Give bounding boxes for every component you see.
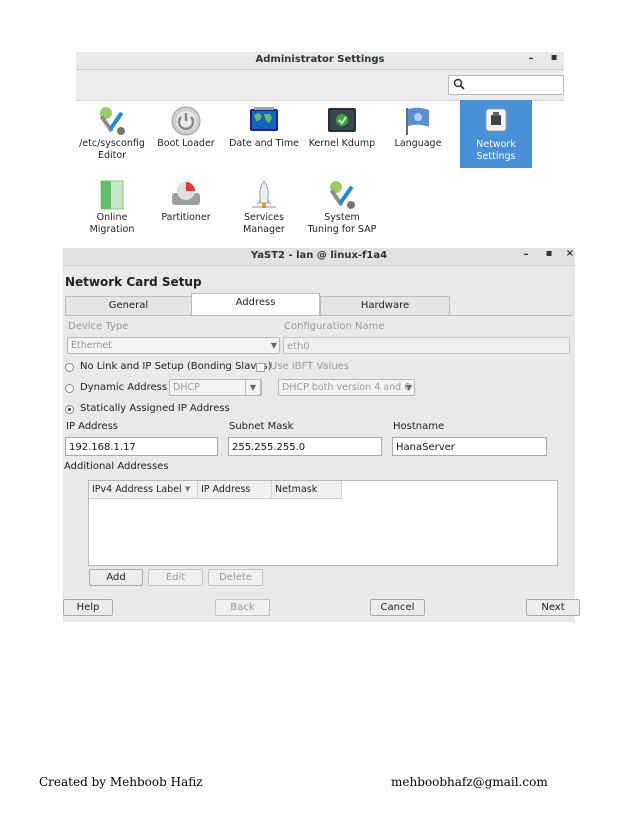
tile-label: Services Manager: [243, 212, 285, 235]
radio-dynamic-label: Dynamic Address: [80, 382, 168, 393]
admin-titlebar[interactable]: Administrator Settings – ▪: [76, 52, 564, 70]
tile-label: Boot Loader: [157, 138, 215, 149]
device-type-value: Ethernet: [71, 340, 112, 351]
column-header-ip-address[interactable]: IP Address: [198, 481, 272, 498]
dhcp-version-combo[interactable]: DHCP both version 4 and 6 ▼: [278, 379, 415, 396]
chevron-down-icon: ▼: [270, 341, 277, 350]
tab-pane-border: [65, 315, 573, 316]
chevron-down-icon: ▼: [405, 383, 412, 392]
tab-address[interactable]: Address: [191, 293, 320, 315]
dynamic-mode-dropdown[interactable]: ▼: [245, 379, 261, 396]
checkbox-ibft[interactable]: [256, 363, 265, 372]
tile-label: Partitioner: [161, 212, 211, 223]
minimize-button[interactable]: –: [521, 249, 531, 260]
add-button[interactable]: Add: [89, 569, 143, 586]
back-button[interactable]: Back: [215, 599, 270, 616]
page-title: Network Card Setup: [65, 275, 202, 289]
administrator-settings-window: Administrator Settings – ▪ /etc/sysconfi…: [76, 52, 564, 238]
tile-network-settings[interactable]: Network Settings: [460, 100, 532, 168]
tile-partitioner[interactable]: Partitioner: [150, 176, 222, 238]
world-map-clock-icon: [250, 107, 278, 131]
checkbox-ibft-label: Use iBFT Values: [270, 361, 350, 372]
tile-language[interactable]: Language: [382, 102, 454, 164]
flag-icon: [406, 107, 429, 135]
ip-address-label: IP Address: [66, 421, 118, 432]
config-name-field[interactable]: eth0: [283, 337, 570, 354]
minimize-button[interactable]: –: [526, 53, 536, 64]
footer-email: mehboobhafz@gmail.com: [391, 775, 548, 789]
tile-label: System Tuning for SAP: [307, 212, 377, 235]
column-header-ipv4-label[interactable]: IPv4 Address Label ▼: [89, 481, 198, 498]
disk-pie-icon: [172, 182, 200, 205]
next-button[interactable]: Next: [526, 599, 580, 616]
tile-label: Kernel Kdump: [308, 138, 376, 149]
tile-label: Online Migration: [89, 212, 135, 235]
tile-system-tuning-sap[interactable]: System Tuning for SAP: [306, 176, 378, 238]
migration-icon: [100, 180, 124, 210]
device-type-combo[interactable]: Ethernet ▼: [67, 337, 280, 354]
additional-addresses-label: Additional Addresses: [64, 461, 169, 472]
kernel-monitor-icon: [328, 108, 356, 132]
tile-services-manager[interactable]: Services Manager: [228, 176, 300, 238]
maximize-button[interactable]: ▪: [544, 248, 554, 259]
tile-online-migration[interactable]: Online Migration: [76, 176, 148, 238]
network-lock-icon: [485, 108, 507, 132]
tile-sysconfig-editor[interactable]: /etc/sysconfig Editor: [76, 102, 148, 164]
power-icon: [171, 106, 201, 136]
hostname-label: Hostname: [393, 421, 445, 432]
search-input[interactable]: [448, 75, 564, 95]
tile-label: Language: [394, 138, 442, 149]
rocket-icon: [252, 180, 276, 208]
cancel-button[interactable]: Cancel: [370, 599, 425, 616]
tile-boot-loader[interactable]: Boot Loader: [150, 102, 222, 164]
chevron-down-icon: ▼: [185, 485, 191, 493]
additional-addresses-table[interactable]: IPv4 Address Label ▼ IP Address Netmask: [88, 480, 558, 566]
dhcp-version-value: DHCP both version 4 and 6: [282, 382, 411, 393]
footer-author: Created by Mehboob Hafiz: [39, 775, 203, 789]
sysconfig-tools-icon: [99, 107, 125, 135]
radio-static-label: Statically Assigned IP Address: [80, 403, 230, 414]
tile-label: Date and Time: [229, 138, 299, 149]
device-type-label: Device Type: [68, 321, 129, 332]
yast2-window: YaST2 - lan @ linux-f1a4 – ▪ × Network C…: [63, 248, 580, 622]
admin-toolbar: [76, 70, 564, 101]
delete-button[interactable]: Delete: [208, 569, 263, 586]
tile-date-and-time[interactable]: Date and Time: [228, 102, 300, 164]
config-name-label: Configuration Name: [284, 321, 385, 332]
subnet-mask-field[interactable]: 255.255.255.0: [228, 437, 382, 456]
tile-label: /etc/sysconfig Editor: [79, 138, 145, 161]
table-header: IPv4 Address Label ▼ IP Address Netmask: [89, 481, 342, 499]
tile-label: Network Settings: [476, 139, 516, 162]
admin-window-title: Administrator Settings: [255, 54, 385, 65]
tab-general[interactable]: General: [65, 296, 192, 316]
maximize-button[interactable]: ▪: [549, 52, 559, 63]
chevron-down-icon: ▼: [249, 383, 257, 392]
yast-titlebar[interactable]: YaST2 - lan @ linux-f1a4 – ▪ ×: [63, 248, 575, 266]
tuning-tools-icon: [329, 181, 355, 209]
radio-no-link-label: No Link and IP Setup (Bonding Slaves): [80, 361, 272, 372]
yast-window-title: YaST2 - lan @ linux-f1a4: [250, 250, 388, 261]
radio-static[interactable]: [65, 405, 74, 414]
column-header-netmask[interactable]: Netmask: [272, 481, 342, 498]
search-icon: [453, 78, 465, 90]
radio-no-link[interactable]: [65, 363, 74, 372]
tile-kernel-kdump[interactable]: Kernel Kdump: [306, 102, 378, 164]
close-button[interactable]: ×: [565, 248, 575, 259]
edit-button[interactable]: Edit: [148, 569, 203, 586]
column-header-label: IPv4 Address Label: [92, 484, 182, 495]
dynamic-mode-value: DHCP: [173, 382, 200, 393]
radio-dynamic[interactable]: [65, 384, 74, 393]
hostname-field[interactable]: HanaServer: [392, 437, 547, 456]
ip-address-field[interactable]: 192.168.1.17: [65, 437, 218, 456]
tab-hardware[interactable]: Hardware: [320, 296, 450, 316]
help-button[interactable]: Help: [63, 599, 113, 616]
subnet-mask-label: Subnet Mask: [229, 421, 294, 432]
